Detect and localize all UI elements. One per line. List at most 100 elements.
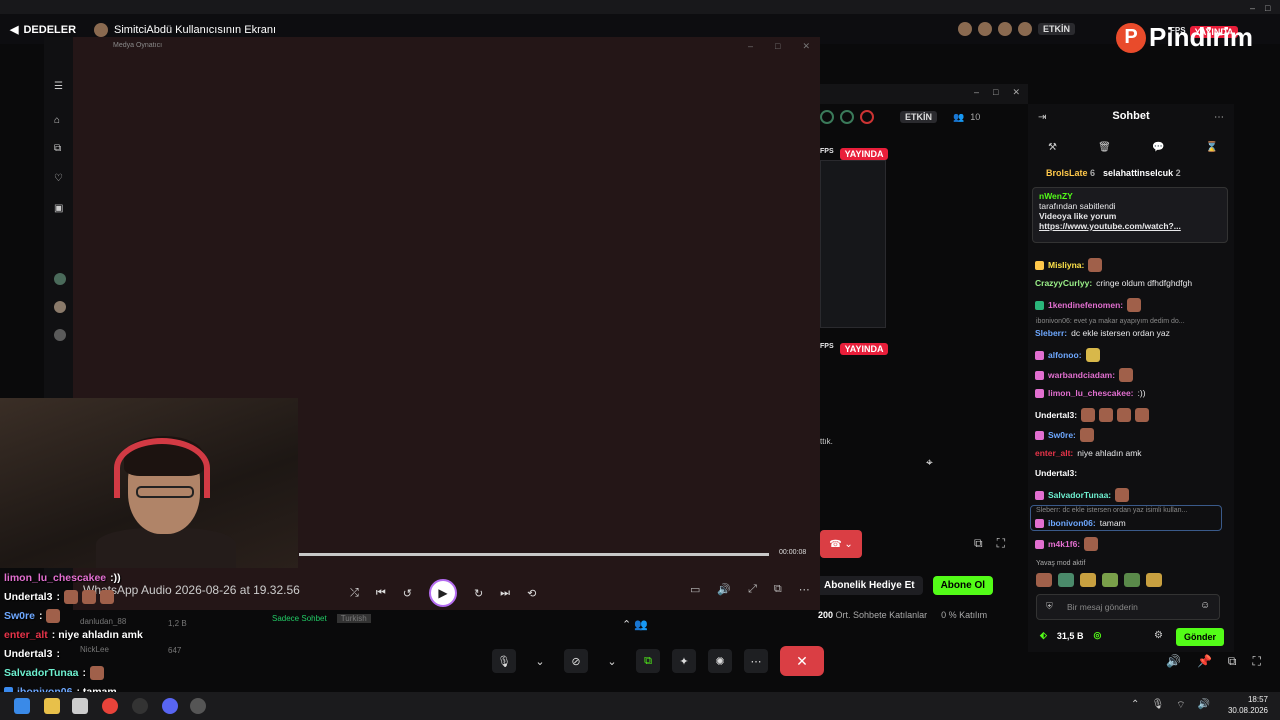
- emote-icon[interactable]: [1146, 573, 1162, 587]
- balance-icon: ⬖: [1040, 630, 1047, 640]
- shuffle-icon[interactable]: ⤮: [350, 587, 359, 600]
- chat-username[interactable]: Undertal3:: [1035, 468, 1077, 478]
- play-button[interactable]: ▶: [428, 579, 457, 607]
- taskbar-clock[interactable]: 18:57 30.08.2026: [1228, 694, 1268, 716]
- home-icon[interactable]: ⌂: [54, 115, 66, 127]
- activities-icon[interactable]: ✦: [672, 649, 696, 673]
- heart-icon[interactable]: ♡: [54, 173, 66, 185]
- emote-icon[interactable]: [1102, 573, 1118, 587]
- maximize-icon[interactable]: □: [775, 41, 780, 52]
- chevron-down-icon[interactable]: ⌄: [528, 649, 552, 673]
- start-icon[interactable]: [14, 698, 30, 714]
- chat-input[interactable]: Bir mesaj gönderin: [1036, 594, 1220, 620]
- seek-bar[interactable]: [299, 553, 769, 556]
- playback-controls: ⤮ ⏮ ↺ ▶ ↻ ⏭ ⟲: [350, 579, 536, 607]
- app-icon[interactable]: [190, 698, 206, 714]
- avatar[interactable]: [54, 329, 66, 341]
- disconnect-button[interactable]: ✕: [780, 646, 824, 676]
- subscribe-button[interactable]: Abone Ol: [932, 576, 994, 595]
- more-icon[interactable]: ⋯: [799, 583, 810, 596]
- window-controls: – □ ✕: [748, 41, 810, 52]
- chrome-icon[interactable]: [102, 698, 118, 714]
- minimize-icon[interactable]: –: [748, 41, 753, 52]
- soundboard-icon[interactable]: ✺: [708, 649, 732, 673]
- maximize-icon[interactable]: □: [1265, 3, 1270, 14]
- fullscreen-icon[interactable]: ⛶: [1252, 654, 1260, 669]
- volume-icon[interactable]: 🔊: [1166, 654, 1181, 669]
- emote-icon[interactable]: [1058, 573, 1074, 587]
- reply-preview: ibonivon06: evet ya makar ayapıyım dedim…: [1036, 318, 1185, 325]
- next-icon[interactable]: ⏭: [500, 587, 510, 600]
- mic-icon[interactable]: 🎙: [1151, 699, 1164, 712]
- pin-icon[interactable]: 📌: [1197, 654, 1212, 669]
- emoji-icon[interactable]: ☺: [1200, 600, 1210, 611]
- chevron-up-icon[interactable]: ⌃ 👥: [622, 618, 648, 631]
- close-icon[interactable]: ✕: [802, 41, 810, 52]
- chat-username[interactable]: m4k1f6:: [1048, 539, 1080, 549]
- fullscreen-icon[interactable]: ⛶: [997, 536, 1005, 551]
- end-call-button-behind[interactable]: ☎ ⌄: [820, 530, 862, 558]
- maximize-icon[interactable]: □: [993, 87, 998, 98]
- more-icon[interactable]: ⋯: [744, 649, 768, 673]
- chat-text: cringe oldum dfhdfghdfgh: [1096, 278, 1193, 288]
- chat-username[interactable]: Sw0re:: [1048, 430, 1076, 440]
- wifi-icon[interactable]: ⌔: [1176, 699, 1185, 712]
- chat-username[interactable]: Sleberr:: [1035, 328, 1067, 338]
- chat-bubble-icon[interactable]: 💬: [1152, 142, 1164, 153]
- gear-icon[interactable]: ⚙: [1154, 630, 1163, 641]
- chat-username[interactable]: SalvadorTunaa:: [1048, 490, 1111, 500]
- obs-icon[interactable]: [132, 698, 148, 714]
- chat-username[interactable]: alfonoo:: [1048, 350, 1082, 360]
- expand-icon[interactable]: ⤢: [748, 583, 757, 596]
- avatar[interactable]: [54, 301, 66, 313]
- chevron-down-icon[interactable]: ⌄: [600, 649, 624, 673]
- minimize-icon[interactable]: –: [1250, 3, 1255, 14]
- previous-icon[interactable]: ⏮: [376, 587, 386, 600]
- file-explorer-icon[interactable]: [44, 698, 60, 714]
- chat-username[interactable]: 1kendinefenomen:: [1048, 300, 1123, 310]
- discord-icon[interactable]: [162, 698, 178, 714]
- pinned-link[interactable]: https://www.youtube.com/watch?...: [1039, 221, 1221, 231]
- chat-username[interactable]: enter_alt:: [1035, 448, 1073, 458]
- chat-username[interactable]: CrazyyCurlyy:: [1035, 278, 1092, 288]
- rewind-icon[interactable]: ↺: [403, 587, 412, 600]
- voice-channel-group[interactable]: ◀ DEDELER: [10, 23, 76, 37]
- emote-icon[interactable]: [1124, 573, 1140, 587]
- camera-off-icon[interactable]: ⊘: [564, 649, 588, 673]
- close-icon[interactable]: ✕: [1012, 87, 1020, 98]
- microphone-icon[interactable]: 🎙: [492, 649, 516, 673]
- volume-icon[interactable]: 🔊: [717, 583, 731, 596]
- chat-username[interactable]: warbandciadam:: [1048, 370, 1115, 380]
- miniplayer-icon[interactable]: ⧉: [774, 583, 782, 596]
- volume-icon[interactable]: 🔊: [1198, 699, 1210, 712]
- avatar: [1018, 22, 1032, 36]
- chatter-count: 200: [818, 610, 834, 620]
- subtitle-icon[interactable]: ▭: [690, 583, 700, 596]
- chat-username[interactable]: Misliyna:: [1048, 260, 1084, 270]
- gift-sub-button[interactable]: Abonelik Hediye Et: [816, 576, 923, 595]
- gift-icon[interactable]: ▣: [54, 203, 66, 215]
- pinned-message[interactable]: nWenZY tarafından sabitlendi Videoya lik…: [1032, 187, 1228, 243]
- repeat-icon[interactable]: ⟲: [527, 587, 536, 600]
- chevron-up-icon[interactable]: ⌃: [1131, 699, 1139, 712]
- store-icon[interactable]: [72, 698, 88, 714]
- hammer-icon[interactable]: ⚒: [1048, 142, 1057, 153]
- trash-icon[interactable]: 🗑: [1098, 142, 1111, 153]
- forward-icon[interactable]: ↻: [474, 587, 483, 600]
- emote-icon[interactable]: [1080, 573, 1096, 587]
- popout-icon[interactable]: ⧉: [974, 536, 983, 551]
- minimize-icon[interactable]: –: [974, 87, 979, 98]
- chat-username[interactable]: limon_lu_chescakee:: [1048, 388, 1134, 398]
- popout-icon[interactable]: ⧉: [1228, 654, 1237, 669]
- avatar[interactable]: [54, 273, 66, 285]
- menu-icon[interactable]: ☰: [54, 81, 66, 93]
- more-icon[interactable]: ⋯: [1214, 112, 1224, 123]
- browse-icon[interactable]: ⧉: [54, 143, 66, 155]
- chat-username[interactable]: Undertal3:: [1035, 410, 1077, 420]
- screen-share-icon[interactable]: ⧉: [636, 649, 660, 673]
- settings-ring-icon[interactable]: ◎: [1093, 630, 1101, 641]
- emote-icon[interactable]: [1036, 573, 1052, 587]
- hourglass-icon[interactable]: ⌛: [1206, 142, 1218, 153]
- chat-username[interactable]: ibonivon06:: [1048, 518, 1096, 528]
- send-button[interactable]: Gönder: [1176, 628, 1225, 646]
